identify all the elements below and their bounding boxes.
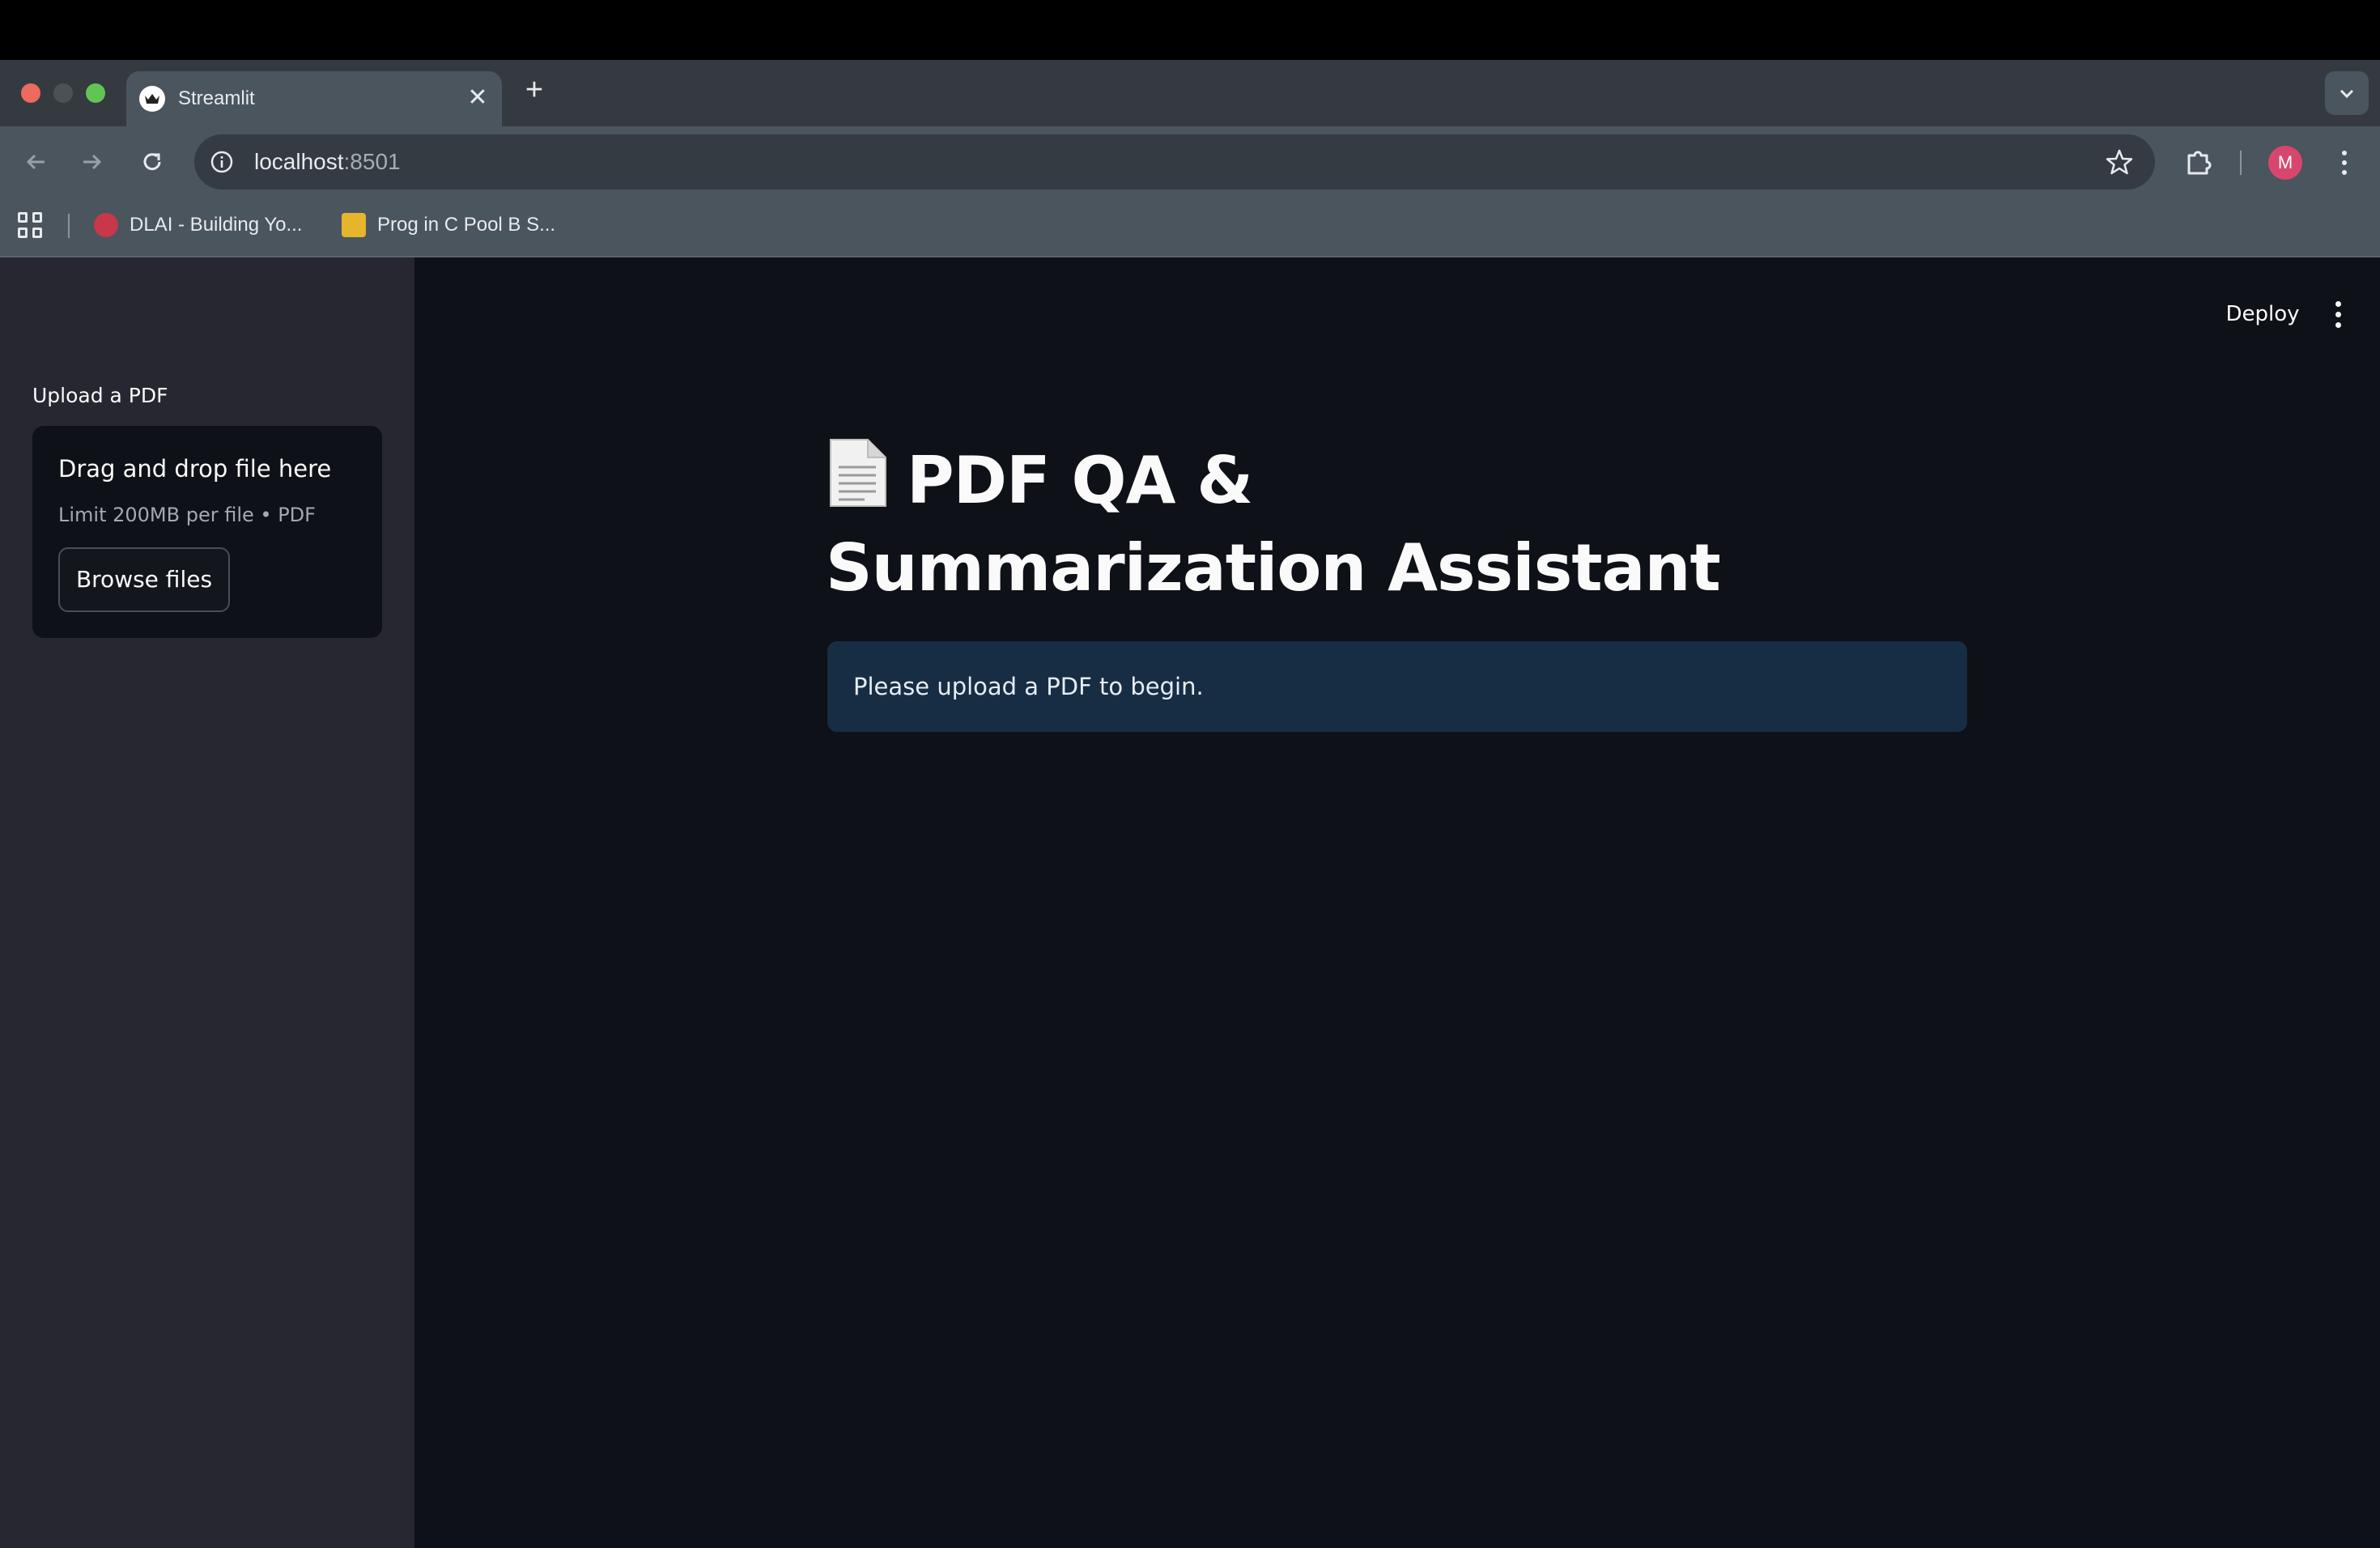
reload-icon (143, 153, 161, 171)
dlai-favicon-icon (94, 213, 118, 237)
extensions-puzzle-icon[interactable] (2182, 146, 2215, 178)
streamlit-crown-icon (139, 86, 165, 112)
forward-button[interactable] (74, 144, 110, 180)
window-zoom-button[interactable] (86, 83, 105, 103)
bookmarks-divider (68, 214, 70, 238)
profile-avatar[interactable]: M (2268, 146, 2302, 180)
page-title-text: PDF QA & Summarization Assistant (826, 443, 1721, 606)
screen: Streamlit ✕ + localhost:8501 M DLAI - Bu… (0, 0, 2380, 1548)
reload-button[interactable] (134, 144, 170, 180)
address-bar[interactable]: localhost:8501 (194, 134, 2155, 189)
window-minimize-button[interactable] (53, 83, 73, 103)
classroom-favicon-icon (342, 213, 366, 237)
browser-menu-icon[interactable] (2328, 146, 2361, 180)
tab-search-button[interactable] (2325, 71, 2369, 115)
app-main: Deploy PDF QA & Summarization Assistant … (414, 257, 2380, 1548)
back-button[interactable] (18, 144, 53, 180)
toolbar-divider (2240, 151, 2242, 175)
window-close-button[interactable] (21, 83, 40, 103)
new-tab-button[interactable]: + (518, 74, 550, 107)
bookmarks-bar: DLAI - Building Yo... Prog in C Pool B S… (0, 194, 2380, 257)
deploy-button[interactable]: Deploy (2218, 290, 2307, 338)
site-info-icon[interactable] (209, 149, 235, 175)
dropzone-title: Drag and drop file here (58, 455, 332, 483)
chevron-down-icon (2340, 89, 2354, 99)
tab-title: Streamlit (178, 87, 255, 109)
tab-close-icon[interactable]: ✕ (463, 84, 492, 113)
apps-grid-icon[interactable] (18, 212, 44, 238)
file-dropzone[interactable]: Drag and drop file here Limit 200MB per … (32, 426, 382, 638)
bookmark-item[interactable]: Prog in C Pool B S... (342, 194, 555, 256)
bookmark-label: Prog in C Pool B S... (377, 214, 556, 236)
back-arrow-icon (26, 154, 45, 170)
dropzone-limit-text: Limit 200MB per file • PDF (58, 504, 316, 526)
bookmark-label: DLAI - Building Yo... (130, 214, 303, 236)
app-menu-icon[interactable] (2323, 293, 2352, 335)
browser-tab[interactable]: Streamlit ✕ (126, 71, 502, 126)
browse-files-button[interactable]: Browse files (58, 547, 230, 612)
page-facing-up-icon (830, 439, 886, 507)
bookmark-star-icon[interactable] (2105, 147, 2134, 176)
app-sidebar: Upload a PDF Drag and drop file here Lim… (0, 257, 414, 1548)
forward-arrow-icon (83, 154, 102, 170)
bookmark-item[interactable]: DLAI - Building Yo... (94, 194, 302, 256)
url-text: localhost:8501 (254, 149, 401, 174)
info-alert: Please upload a PDF to begin. (827, 641, 1967, 732)
info-alert-text: Please upload a PDF to begin. (853, 673, 1204, 700)
upload-label: Upload a PDF (32, 384, 168, 407)
page-title: PDF QA & Summarization Assistant (826, 437, 1813, 612)
